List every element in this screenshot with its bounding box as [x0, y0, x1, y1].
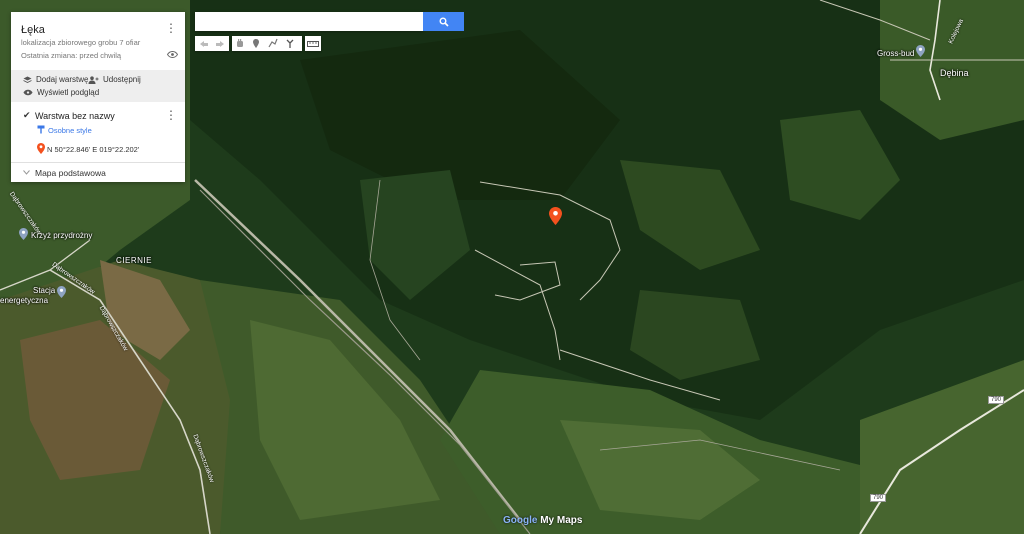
google-my-maps-logo: Google My Maps — [503, 515, 583, 526]
redo-icon[interactable] — [216, 40, 224, 47]
base-map-toggle[interactable]: Mapa podstawowa — [35, 168, 106, 178]
layer-name[interactable]: Warstwa bez nazwy — [35, 111, 115, 121]
place-label-ciernie: CIERNIE — [116, 256, 152, 265]
poi-pin-icon[interactable] — [19, 228, 28, 240]
eye-icon — [23, 89, 33, 96]
search-input[interactable] — [195, 12, 423, 31]
map-title[interactable]: Łęka — [21, 24, 45, 36]
ruler-icon — [307, 40, 319, 47]
preview-eye-icon[interactable] — [167, 51, 178, 58]
route-shield: 790 — [870, 494, 887, 502]
route-shield: 790 — [988, 396, 1005, 404]
share-label: Udostępnij — [103, 75, 141, 84]
paint-roller-icon — [37, 125, 45, 134]
add-person-icon — [88, 75, 99, 84]
undo-icon[interactable] — [200, 40, 208, 47]
search-button[interactable] — [423, 12, 464, 31]
poi-label-stacja-2[interactable]: energetyczna — [0, 296, 48, 305]
marker-item-icon — [37, 143, 45, 154]
layer-visibility-checkbox[interactable]: ✔ — [23, 110, 31, 121]
hand-icon[interactable] — [237, 39, 243, 47]
location-marker-icon[interactable] — [549, 207, 562, 225]
draw-line-icon[interactable] — [268, 38, 278, 48]
poi-pin-icon[interactable] — [916, 45, 925, 57]
layer-options-menu-icon[interactable]: ⋮ — [165, 109, 177, 121]
chevron-down-icon[interactable] — [23, 170, 30, 175]
add-layer-label: Dodaj warstwę — [36, 75, 89, 84]
map-tools-group — [232, 36, 302, 51]
directions-icon[interactable] — [286, 39, 294, 48]
map-legend-panel: Łęka ⋮ lokalizacja zbiorowego grobu 7 of… — [11, 12, 185, 182]
poi-label-stacja[interactable]: Stacja — [33, 286, 55, 295]
place-label-debina: Dębina — [940, 68, 969, 78]
share-button[interactable]: Udostępnij — [88, 75, 141, 84]
measure-button[interactable] — [305, 36, 321, 51]
map-description[interactable]: lokalizacja zbiorowego grobu 7 ofiar — [21, 38, 140, 47]
search-icon — [439, 17, 449, 27]
preview-label: Wyświetl podgląd — [37, 88, 100, 97]
add-marker-icon[interactable] — [253, 39, 259, 48]
poi-pin-icon[interactable] — [57, 286, 66, 298]
undo-redo-group — [195, 36, 229, 51]
last-change-status: Ostatnia zmiana: przed chwilą — [21, 51, 122, 60]
preview-button[interactable]: Wyświetl podgląd — [23, 88, 99, 97]
marker-coordinates-item[interactable]: N 50°22.846' E 019°22.202' — [47, 145, 139, 154]
divider — [11, 162, 185, 163]
map-options-menu-icon[interactable]: ⋮ — [165, 22, 177, 34]
add-layer-button[interactable]: Dodaj warstwę — [23, 75, 88, 84]
poi-label-gross-bud[interactable]: Gross-bud — [877, 49, 914, 58]
custom-styles-link[interactable]: Osobne style — [48, 126, 92, 135]
actions-bar: Dodaj warstwę Udostępnij Wyświetl podglą… — [11, 70, 185, 102]
layers-icon — [23, 76, 32, 83]
